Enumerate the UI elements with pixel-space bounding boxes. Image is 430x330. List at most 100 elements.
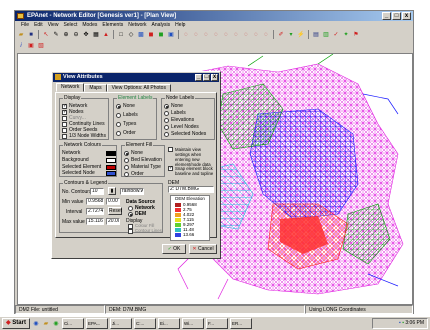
element-labels-order[interactable]: Order [116,130,136,136]
min-value-field-2[interactable]: 0.00 [106,198,120,205]
attribute-icon[interactable]: ▾ [287,31,295,39]
element-labels-none-radio[interactable] [116,103,121,109]
taskbar-item[interactable]: Wi... [181,318,204,329]
node-labels-labels[interactable]: Labels [164,110,186,116]
tab-network[interactable]: Network [56,83,85,92]
print-icon[interactable]: ▧ [37,42,45,50]
taskbar-item[interactable]: Ji... [109,318,132,329]
dialog-minimize-button[interactable]: _ [195,74,202,81]
element-fill-none-radio[interactable] [124,150,129,156]
colour-network-swatch[interactable] [106,150,116,156]
mesh-icon[interactable]: ▩ [137,31,145,39]
display-nodes-checkbox[interactable]: ✓ [62,109,67,115]
run-icon[interactable]: ⚡ [297,31,305,39]
tool-9-icon[interactable]: ◌ [262,31,270,39]
node-labels-level[interactable]: Level Nodes [164,124,199,130]
node-labels-level-radio[interactable] [164,124,169,130]
reset-button[interactable]: Reset [108,207,122,215]
tool-1-icon[interactable]: ◌ [182,31,190,39]
no-contours-field[interactable]: 10 [90,188,104,195]
tab-view-options[interactable]: View Options: All Photos [106,84,171,92]
menu-modes[interactable]: Modes [82,21,97,29]
node-labels-none-radio[interactable] [164,103,169,109]
draw-icon[interactable]: ✎ [52,31,60,39]
dialog-close-button[interactable]: x [211,74,218,81]
menu-file[interactable]: File [21,21,29,29]
maintain-settings-option[interactable]: Maintain view settings when entering new… [168,147,216,167]
data-source-network-radio[interactable] [128,205,133,211]
min-value-field[interactable]: 0.9568 [86,198,104,205]
snap-checkbox[interactable]: ✓ [168,166,173,171]
quicklaunch-1-icon[interactable]: ◉ [32,320,40,328]
display-order-seeds-checkbox[interactable] [62,127,67,133]
node-labels-none[interactable]: None [164,103,183,109]
element-fill-none[interactable]: None [124,150,143,156]
menu-view[interactable]: View [48,21,59,29]
dialog-maximize-button[interactable]: □ [203,74,210,81]
element-fill-bed-radio[interactable] [124,157,129,163]
interval-field[interactable]: 2.7274 [86,208,104,215]
start-button[interactable]: ◆ Start [2,318,30,329]
element-fill-order-radio[interactable] [124,171,129,177]
tool-6-icon[interactable]: ◌ [232,31,240,39]
element-fill-material[interactable]: Material Type [124,164,161,170]
tray-network-icon[interactable]: ▪ [399,320,401,326]
flag-icon[interactable]: ⚑ [352,31,360,39]
tool-5-icon[interactable]: ◌ [222,31,230,39]
contour-palette-button[interactable]: ▮ [108,187,116,195]
close-button[interactable]: x [402,12,411,20]
save-icon[interactable]: ■ [27,31,35,39]
refine-icon[interactable]: ◼ [157,31,165,39]
display-curvy-checkbox[interactable] [62,115,67,121]
display-network-checkbox[interactable]: ✓ [62,103,67,109]
node-labels-elevations-radio[interactable] [164,117,169,123]
quicklaunch-2-icon[interactable]: ▰ [42,320,50,328]
pan-icon[interactable]: ✥ [82,31,90,39]
maximize-button[interactable]: □ [392,12,401,20]
menu-edit[interactable]: Edit [34,21,43,29]
element-fill-bed[interactable]: Bed Elevation [124,157,162,163]
tool-2-icon[interactable]: ◌ [192,31,200,39]
tool-7-icon[interactable]: ◌ [242,31,250,39]
data-source-dem[interactable]: DEM [128,211,146,217]
palette-file-field[interactable]: rainbow.wsp [120,188,144,195]
tool-8-icon[interactable]: ◌ [252,31,260,39]
taskbar-item[interactable]: Ci... [61,318,84,329]
taskbar-item[interactable]: F... [205,318,228,329]
node-icon[interactable]: □ [117,31,125,39]
element-icon[interactable]: ◇ [127,31,135,39]
contour-icon[interactable]: ✦ [342,31,350,39]
element-fill-order[interactable]: Order [124,171,144,177]
dem-select[interactable]: 2: D7M.BMG [168,186,214,193]
max-value-field-2[interactable]: 20.00 [106,218,120,225]
tool-4-icon[interactable]: ◌ [212,31,220,39]
element-labels-types-radio[interactable] [116,121,121,127]
taskbar-item[interactable]: ER... [229,318,252,329]
node-labels-elevations[interactable]: Elevations [164,117,194,123]
display-continuity-checkbox[interactable] [62,121,67,127]
minimize-button[interactable]: _ [382,12,391,20]
tool-3-icon[interactable]: ◌ [202,31,210,39]
element-labels-order-radio[interactable] [116,130,121,136]
menu-analysis[interactable]: Analysis [152,21,171,29]
view-attributes-icon[interactable]: ▣ [27,42,35,50]
node-labels-selected[interactable]: Selected Nodes [164,131,206,137]
menu-elements[interactable]: Elements [102,21,123,29]
maintain-settings-checkbox[interactable] [168,147,173,152]
ok-button[interactable]: ✓ OK [162,244,186,254]
table-icon[interactable]: ▤ [312,31,320,39]
taskbar-item[interactable]: C:... [133,318,156,329]
quicklaunch-3-icon[interactable]: ◉ [52,320,60,328]
pointer-icon[interactable]: ↖ [42,31,50,39]
display-node-widths-checkbox[interactable] [62,133,67,139]
colour-selected-element-swatch[interactable] [106,164,116,170]
element-labels-labels[interactable]: Labels [116,112,138,118]
info-icon[interactable]: ▲ [102,31,110,39]
element-labels-labels-radio[interactable] [116,112,121,118]
tab-maps[interactable]: Maps [84,84,107,92]
max-value-field[interactable]: 15.116 [86,218,104,225]
element-labels-none[interactable]: None [116,103,135,109]
edit-tool-icon[interactable]: ✐ [277,31,285,39]
element-labels-types[interactable]: Types [116,121,136,127]
display-node-widths-option[interactable]: 1/3 Node Widths [62,133,106,139]
